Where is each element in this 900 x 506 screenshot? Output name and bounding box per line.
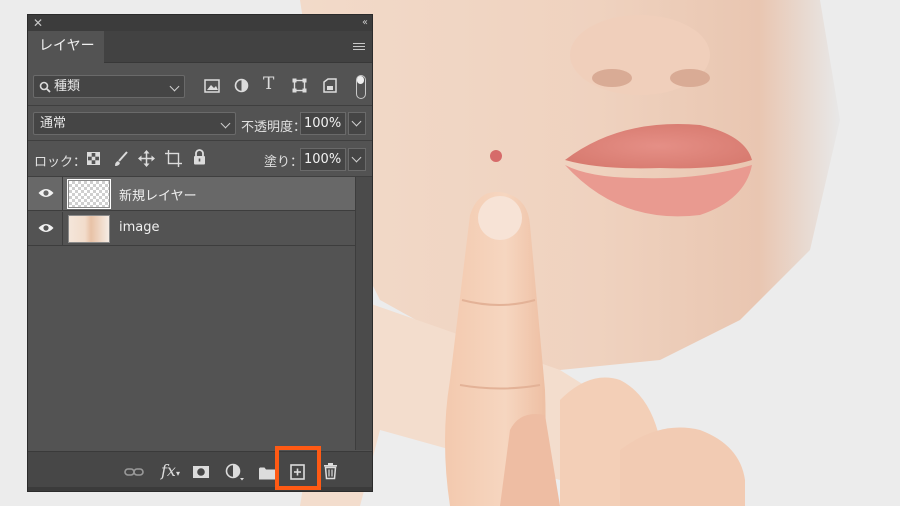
folder-icon[interactable] <box>258 464 276 482</box>
adjustment-filter-icon[interactable] <box>234 78 249 93</box>
panel-titlebar: ✕ ‹‹ <box>28 15 372 31</box>
lock-image-icon[interactable] <box>113 151 129 167</box>
fx-icon[interactable]: fx▾ <box>161 461 180 480</box>
lock-position-icon[interactable] <box>138 150 155 167</box>
blend-mode-select[interactable]: 通常 <box>33 112 236 135</box>
chevron-down-icon <box>169 81 180 92</box>
search-icon <box>39 81 51 93</box>
lock-label: ロック： <box>34 155 87 170</box>
filter-kind-select[interactable]: 種類 <box>33 75 185 98</box>
blend-mode-value: 通常 <box>40 116 67 131</box>
layers-scrollbar[interactable] <box>355 177 372 450</box>
lock-artboard-icon[interactable] <box>165 150 182 167</box>
eye-visibility-icon[interactable] <box>38 222 54 234</box>
layers-panel: ✕ ‹‹ レイヤー 種類 T 通常 不透明度： 100% ロック： 塗り： 10… <box>27 14 373 492</box>
panel-menu-icon[interactable] <box>353 43 365 52</box>
chevron-down-icon <box>220 118 231 129</box>
opacity-label: 不透明度： <box>241 120 307 135</box>
adjustment-layer-icon[interactable] <box>225 463 245 481</box>
image-filter-icon[interactable] <box>204 79 220 93</box>
type-filter-icon[interactable]: T <box>263 74 274 94</box>
layer-name: 新規レイヤー <box>119 189 197 204</box>
fill-input[interactable]: 100% <box>300 148 346 171</box>
eye-visibility-icon[interactable] <box>38 187 54 199</box>
panel-resize-grip[interactable] <box>28 487 372 491</box>
opacity-dropdown-button[interactable] <box>348 112 366 135</box>
fill-label: 塗り： <box>264 155 304 170</box>
mask-icon[interactable] <box>192 463 210 481</box>
layer-thumbnail-photo <box>68 215 110 243</box>
lock-transparent-icon[interactable] <box>87 152 100 165</box>
collapse-icon[interactable]: ‹‹ <box>362 15 368 31</box>
link-icon[interactable] <box>124 463 144 481</box>
blend-row: 通常 不透明度： 100% <box>28 106 372 140</box>
filter-row: 種類 T <box>28 63 372 105</box>
layers-bottom-toolbar: fx▾ <box>28 451 372 491</box>
smart-object-filter-icon[interactable] <box>323 78 337 93</box>
layer-row-new-layer[interactable]: 新規レイヤー <box>28 177 355 211</box>
layer-row-image[interactable]: image <box>28 212 355 246</box>
tab-layers[interactable]: レイヤー <box>28 31 104 63</box>
fill-dropdown-button[interactable] <box>348 148 366 171</box>
shape-filter-icon[interactable] <box>292 78 307 93</box>
layers-list: 新規レイヤー image <box>28 177 355 450</box>
layer-thumbnail-transparent <box>67 179 111 209</box>
lock-row: ロック： 塗り： 100% <box>28 141 372 176</box>
new-layer-icon[interactable] <box>290 463 305 481</box>
trash-icon[interactable] <box>323 462 338 480</box>
filter-toggle-switch[interactable] <box>356 75 366 99</box>
tab-bar: レイヤー <box>28 31 372 63</box>
filter-kind-label: 種類 <box>54 79 81 94</box>
close-icon[interactable]: ✕ <box>33 15 43 31</box>
lock-all-icon[interactable] <box>193 149 206 165</box>
layer-name: image <box>119 220 160 235</box>
opacity-input[interactable]: 100% <box>300 112 346 135</box>
